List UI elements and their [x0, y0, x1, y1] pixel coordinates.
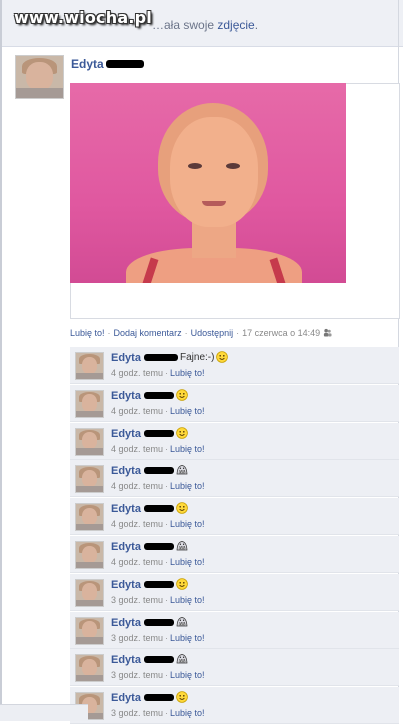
comment-author[interactable]: Edyta: [111, 503, 141, 515]
comment-like-button[interactable]: Lubię to!: [170, 708, 205, 718]
smile-emoticon-icon: [176, 426, 188, 439]
comment-like-button[interactable]: Lubię to!: [170, 444, 205, 454]
comment-author[interactable]: Edyta: [111, 617, 141, 629]
comment-author[interactable]: Edyta: [111, 352, 141, 364]
like-button[interactable]: Lubię to!: [70, 328, 105, 338]
comment-meta: 4 godz. temu · Lubię to!: [111, 443, 205, 454]
comment-time: 4 godz. temu: [111, 519, 164, 530]
comment-author[interactable]: Edyta: [111, 428, 141, 440]
comment-item: Edyta 3 godz. temu · Lubię to!: [70, 649, 399, 687]
comment-time: 3 godz. temu: [111, 670, 164, 681]
smile-emoticon-icon: [176, 502, 188, 514]
bottom-bar: [0, 704, 88, 721]
comment-like-button[interactable]: Lubię to!: [170, 595, 205, 605]
comment-like-button[interactable]: Lubię to!: [170, 368, 205, 378]
comment-meta: 3 godz. temu · Lubię to!: [111, 670, 205, 681]
story-text: …ała swoje zdjęcie.: [152, 18, 258, 32]
left-border: [0, 0, 2, 720]
comment-avatar[interactable]: [75, 616, 104, 645]
redaction-bar: [144, 618, 174, 626]
comment-time: 4 godz. temu: [111, 405, 164, 416]
redaction-bar: [144, 391, 174, 399]
post-photo[interactable]: [70, 83, 346, 283]
comment-author[interactable]: Edyta: [111, 654, 141, 666]
comment-author[interactable]: Edyta: [111, 465, 141, 477]
smile-emoticon-icon: [176, 577, 188, 590]
comment-item: Edyta 4 godz. temu · Lubię to!: [70, 536, 399, 573]
redaction-bar: [106, 60, 144, 68]
post-actions: Lubię to! · Dodaj komentarz · Udostępnij · 17 …: [70, 328, 332, 338]
comment-meta: 4 godz. temu · Lubię to!: [111, 519, 205, 530]
comment-like-button[interactable]: Lubię to!: [170, 670, 205, 680]
comment-avatar[interactable]: [75, 578, 104, 607]
smile-emoticon-icon: [176, 388, 188, 401]
comment-author[interactable]: Edyta: [111, 541, 141, 553]
add-comment-button[interactable]: Dodaj komentarz: [114, 328, 182, 338]
comment-item: Edyta 3 godz. temu · Lubię to!: [70, 687, 399, 724]
comment-meta: 3 godz. temu · Lubię to!: [111, 708, 205, 719]
redaction-bar: [144, 467, 174, 475]
redaction-bar: [144, 429, 174, 437]
comment-time: 4 godz. temu: [111, 481, 164, 492]
comment-avatar[interactable]: [75, 654, 104, 683]
comment-like-button[interactable]: Lubię to!: [170, 406, 205, 416]
comment-like-button[interactable]: Lubię to!: [170, 557, 205, 567]
comment-avatar[interactable]: [75, 427, 104, 456]
comment-item: Edyta 3 godz. temu · Lubię to!: [70, 573, 399, 611]
comment-avatar[interactable]: [75, 465, 104, 494]
comment-text: Fajne:-): [180, 352, 215, 363]
comment-item: Edyta 4 godz. temu · Lubię to!: [70, 422, 399, 460]
comment-like-button[interactable]: Lubię to!: [170, 519, 205, 529]
comment-meta: 3 godz. temu · Lubię to!: [111, 594, 205, 605]
shark-emoticon-icon: [176, 540, 188, 552]
comment-meta: 4 godz. temu · Lubię to!: [111, 405, 205, 416]
watermark: www.wiocha.pl: [14, 8, 152, 27]
comment-item: Edyta 3 godz. temu · Lubię to!: [70, 611, 399, 649]
comment-like-button[interactable]: Lubię to!: [170, 481, 205, 491]
comment-item: Edyta Fajne:-) 4 godz. temu · Lubię to!: [70, 347, 399, 384]
comment-author[interactable]: Edyta: [111, 579, 141, 591]
post-timestamp: 17 czerwca o 14:49: [242, 328, 321, 338]
comment-meta: 4 godz. temu · Lubię to!: [111, 481, 205, 492]
comment-avatar[interactable]: [75, 389, 104, 418]
smile-emoticon-icon: [216, 351, 228, 363]
redaction-bar: [144, 505, 174, 513]
shark-emoticon-icon: [176, 653, 188, 665]
story-text-prefix: …ała swoje: [152, 18, 218, 32]
people-icon: [324, 328, 332, 337]
shark-emoticon-icon: [176, 464, 188, 476]
redaction-bar: [144, 694, 174, 702]
comment-time: 3 godz. temu: [111, 632, 164, 643]
comment-item: Edyta 4 godz. temu · Lubię to!: [70, 384, 399, 422]
comment-item: Edyta 4 godz. temu · Lubię to!: [70, 460, 399, 498]
comment-time: 4 godz. temu: [111, 443, 164, 454]
comment-meta: 4 godz. temu · Lubię to!: [111, 557, 205, 567]
comment-avatar[interactable]: [75, 503, 104, 532]
comment-author[interactable]: Edyta: [111, 692, 141, 704]
photo-link[interactable]: zdjęcie: [217, 18, 254, 32]
redaction-bar: [144, 580, 174, 588]
comment-avatar[interactable]: [75, 352, 104, 380]
comment-meta: 4 godz. temu · Lubię to!: [111, 368, 205, 378]
share-button[interactable]: Udostępnij: [191, 328, 234, 338]
shark-emoticon-icon: [176, 616, 188, 628]
comment-time: 4 godz. temu: [111, 368, 164, 378]
comment-like-button[interactable]: Lubię to!: [170, 633, 205, 643]
comment-author[interactable]: Edyta: [111, 390, 141, 402]
comment-meta: 3 godz. temu · Lubię to!: [111, 632, 205, 643]
post-author-avatar[interactable]: [15, 55, 64, 99]
redaction-bar: [144, 354, 178, 361]
comment-list: Edyta Fajne:-) 4 godz. temu · Lubię to! Edyta…: [70, 345, 399, 724]
smile-emoticon-icon: [176, 691, 188, 703]
story-text-suffix: .: [254, 18, 259, 32]
post-author-name[interactable]: Edyta: [71, 57, 104, 71]
redaction-bar: [144, 543, 174, 550]
comment-item: Edyta 4 godz. temu · Lubię to!: [70, 498, 399, 536]
comment-time: 3 godz. temu: [111, 708, 164, 719]
comment-time: 3 godz. temu: [111, 594, 164, 605]
comment-time: 4 godz. temu: [111, 557, 164, 567]
redaction-bar: [144, 656, 174, 664]
comment-avatar[interactable]: [75, 541, 104, 569]
